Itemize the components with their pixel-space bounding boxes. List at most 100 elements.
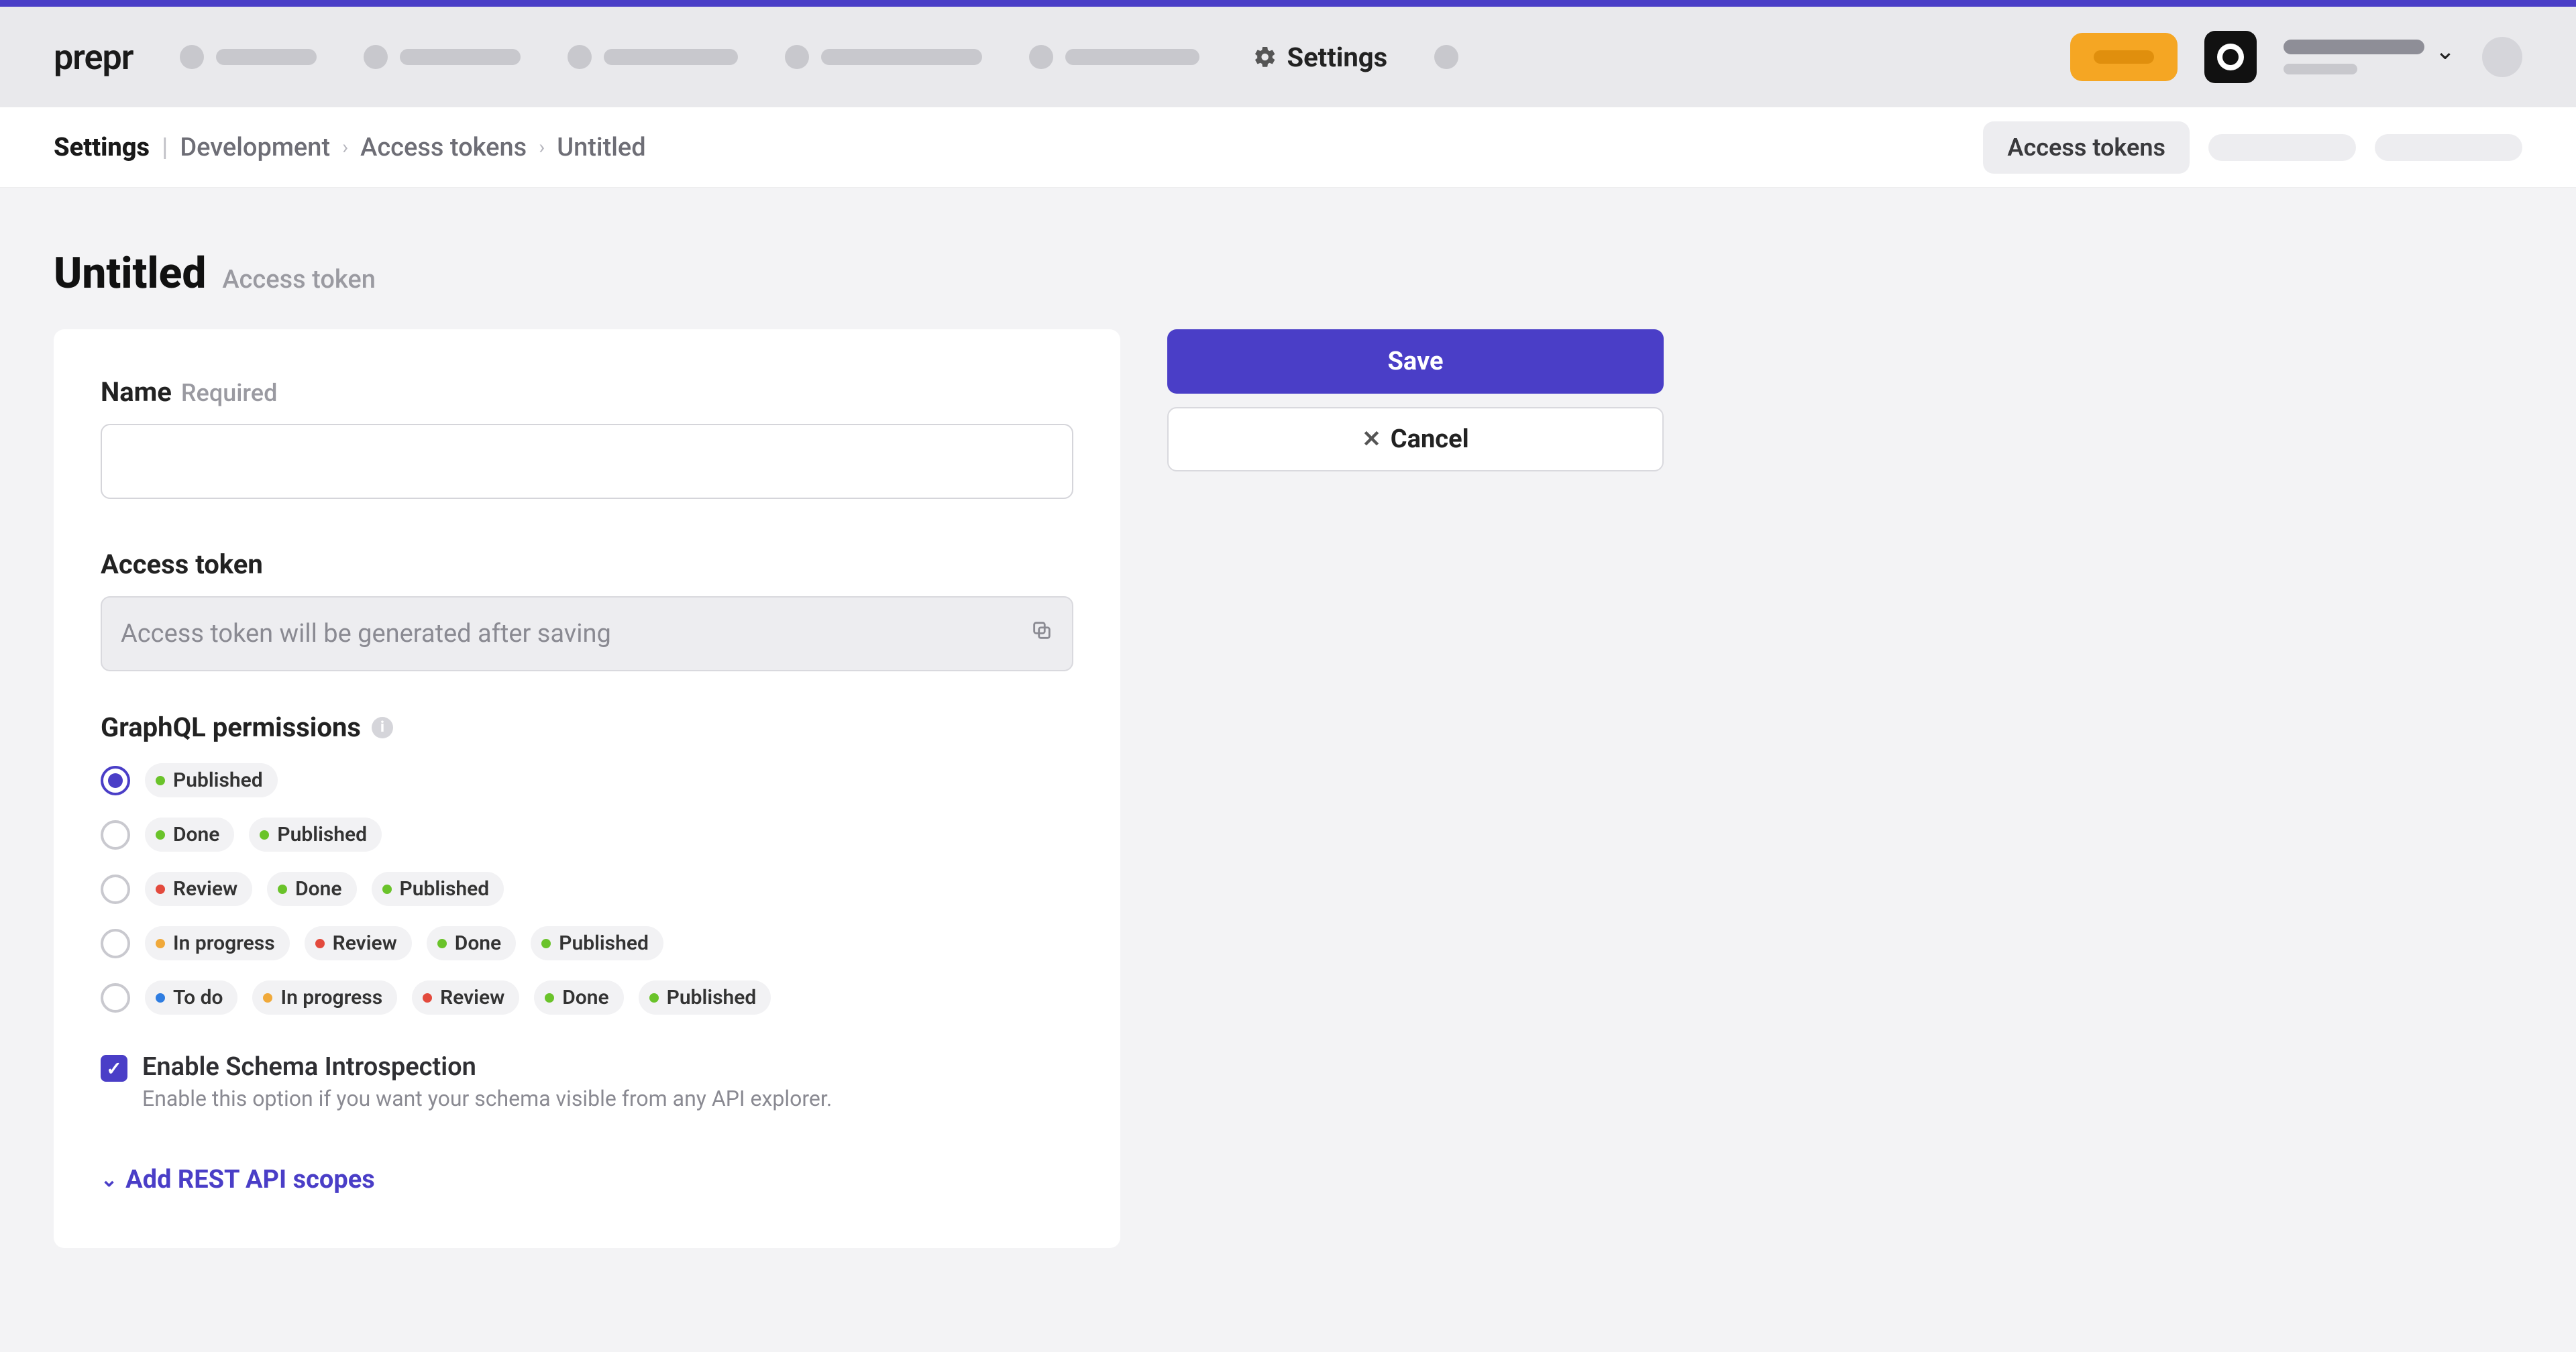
name-label-text: Name xyxy=(101,376,172,408)
token-label-text: Access token xyxy=(101,549,263,580)
nav-item-placeholder[interactable] xyxy=(364,45,521,69)
status-chip-label: Published xyxy=(173,769,263,792)
topbar-right: ⌄ xyxy=(2070,31,2522,83)
status-chip-label: Review xyxy=(333,932,397,955)
info-icon[interactable]: i xyxy=(372,717,393,738)
token-label: Access token xyxy=(101,549,1073,580)
chevron-down-icon: ⌄ xyxy=(2435,37,2455,65)
page-title: Untitled xyxy=(54,248,206,298)
brand-logo[interactable]: prepr xyxy=(54,37,133,78)
status-chip-label: Done xyxy=(295,877,341,901)
side-actions: Save ✕ Cancel xyxy=(1167,329,1664,471)
page-subtitle: Access token xyxy=(222,265,376,294)
breadcrumb-item[interactable]: Untitled xyxy=(557,133,645,162)
status-chip-label: Review xyxy=(440,986,504,1009)
tab-placeholder[interactable] xyxy=(2208,134,2356,161)
permission-option[interactable]: To do In progress Review Done Published xyxy=(101,980,1073,1015)
cancel-button-label: Cancel xyxy=(1391,425,1469,454)
permission-option[interactable]: Published xyxy=(101,763,1073,797)
chevron-right-icon: › xyxy=(342,135,348,159)
status-chip-label: Published xyxy=(277,823,367,846)
status-chip-label: Review xyxy=(173,877,237,901)
introspection-row[interactable]: ✓ Enable Schema Introspection Enable thi… xyxy=(101,1052,1073,1111)
save-button-label: Save xyxy=(1388,347,1444,376)
status-dot-icon xyxy=(541,939,551,948)
status-chip-label: Done xyxy=(173,823,219,846)
permission-option[interactable]: Done Published xyxy=(101,818,1073,852)
permission-option[interactable]: Review Done Published xyxy=(101,872,1073,906)
status-chip: In progress xyxy=(252,980,397,1015)
status-chip-label: Done xyxy=(562,986,608,1009)
status-chip: Done xyxy=(427,926,516,960)
status-chip-label: Published xyxy=(559,932,649,955)
status-chip-label: To do xyxy=(173,986,223,1009)
status-chip-label: Published xyxy=(667,986,757,1009)
token-placeholder-text: Access token will be generated after sav… xyxy=(121,619,611,649)
status-dot-icon xyxy=(649,993,659,1003)
copy-icon[interactable] xyxy=(1030,619,1053,649)
status-chip: Done xyxy=(534,980,623,1015)
app-switcher-placeholder[interactable] xyxy=(2204,31,2257,83)
chevron-right-icon: › xyxy=(539,135,545,159)
status-chip: To do xyxy=(145,980,237,1015)
status-dot-icon xyxy=(437,939,447,948)
status-dot-icon xyxy=(156,939,165,948)
status-chip: Review xyxy=(305,926,412,960)
nav-placeholder-group xyxy=(180,45,1199,69)
status-chip: Published xyxy=(249,818,382,852)
status-chip: In progress xyxy=(145,926,290,960)
env-dropdown-placeholder[interactable]: ⌄ xyxy=(2284,40,2455,74)
gear-icon xyxy=(1253,45,1277,69)
status-dot-icon xyxy=(156,885,165,894)
subbar-tabs: Access tokens xyxy=(1983,121,2522,174)
permission-radio[interactable] xyxy=(101,983,130,1013)
permission-radio[interactable] xyxy=(101,929,130,958)
breadcrumb-item[interactable]: Development xyxy=(180,133,330,162)
avatar[interactable] xyxy=(2482,37,2522,77)
nav-item-placeholder[interactable] xyxy=(180,45,317,69)
permission-options: Published Done Published Review Done Publishe… xyxy=(101,763,1073,1015)
introspection-checkbox[interactable]: ✓ xyxy=(101,1055,127,1082)
nav-item-placeholder[interactable] xyxy=(568,45,738,69)
status-chip: Review xyxy=(145,872,252,906)
permission-radio[interactable] xyxy=(101,766,130,795)
add-rest-scopes-toggle[interactable]: ⌄ Add REST API scopes xyxy=(101,1165,1073,1194)
cta-button-placeholder[interactable] xyxy=(2070,33,2178,81)
permission-radio[interactable] xyxy=(101,875,130,904)
status-dot-icon xyxy=(263,993,272,1003)
nav-item-placeholder[interactable] xyxy=(785,45,982,69)
introspection-help: Enable this option if you want your sche… xyxy=(142,1086,832,1111)
status-chip: Published xyxy=(145,763,278,797)
name-input[interactable] xyxy=(101,424,1073,499)
tab-access-tokens[interactable]: Access tokens xyxy=(1983,121,2190,174)
form-card: Name Required Access token Access token … xyxy=(54,329,1120,1248)
status-dot-icon xyxy=(545,993,554,1003)
add-rest-scopes-label: Add REST API scopes xyxy=(125,1165,375,1194)
name-label: Name Required xyxy=(101,376,1073,408)
status-chip-label: Published xyxy=(400,877,490,901)
status-chip: Published xyxy=(531,926,663,960)
nav-item-placeholder[interactable] xyxy=(1434,45,1458,69)
nav-item-placeholder[interactable] xyxy=(1029,45,1199,69)
top-accent-bar xyxy=(0,0,2576,7)
status-dot-icon xyxy=(260,830,269,840)
check-icon: ✓ xyxy=(106,1058,121,1080)
status-chip-label: In progress xyxy=(280,986,382,1009)
breadcrumb-root[interactable]: Settings xyxy=(54,133,150,162)
topbar: prepr Settings ⌄ xyxy=(0,7,2576,107)
permission-option[interactable]: In progress Review Done Published xyxy=(101,926,1073,960)
tab-placeholder[interactable] xyxy=(2375,134,2522,161)
subbar: Settings | Development › Access tokens ›… xyxy=(0,107,2576,188)
nav-settings[interactable]: Settings xyxy=(1253,42,1387,73)
close-icon: ✕ xyxy=(1362,426,1381,453)
chevron-down-icon: ⌄ xyxy=(101,1168,117,1192)
page: Untitled Access token Name Required Acce… xyxy=(0,188,2576,1308)
status-dot-icon xyxy=(156,993,165,1003)
breadcrumb-item[interactable]: Access tokens xyxy=(360,133,527,162)
status-dot-icon xyxy=(423,993,432,1003)
cancel-button[interactable]: ✕ Cancel xyxy=(1167,407,1664,471)
status-chip: Done xyxy=(145,818,234,852)
permission-radio[interactable] xyxy=(101,820,130,850)
save-button[interactable]: Save xyxy=(1167,329,1664,394)
status-dot-icon xyxy=(315,939,325,948)
